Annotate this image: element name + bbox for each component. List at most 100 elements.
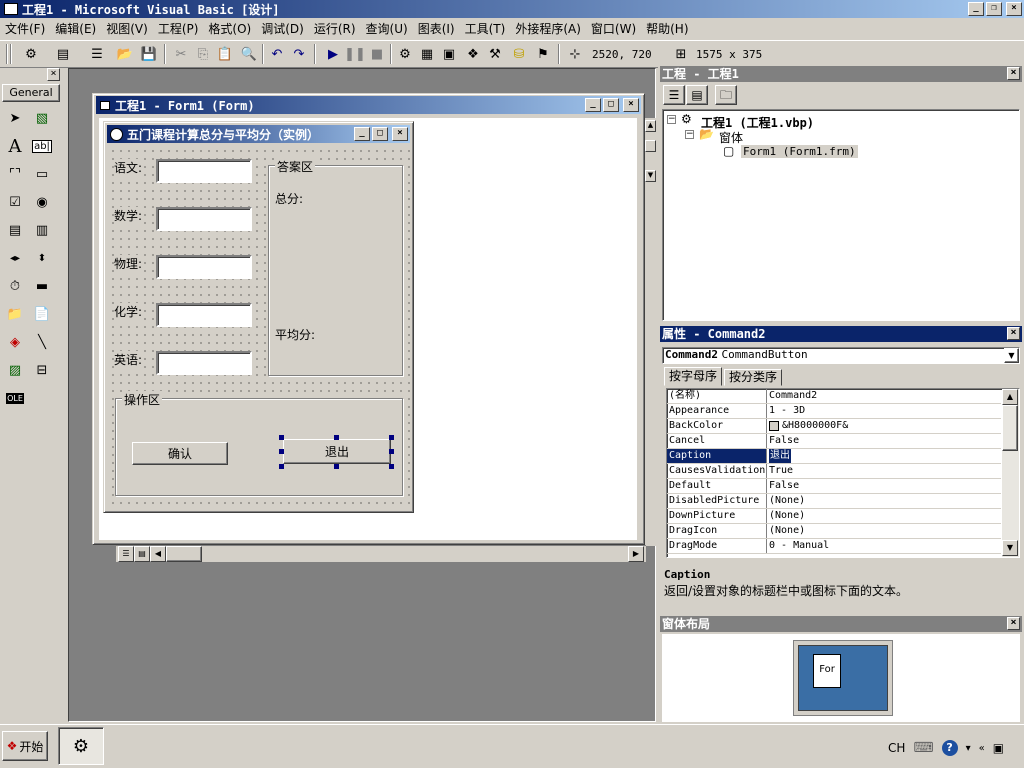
props-scroll-thumb[interactable] (1002, 405, 1018, 451)
exit-button[interactable]: 退出 (283, 439, 391, 464)
tab-alphabetic[interactable]: 按字母序 (664, 367, 723, 386)
object-combobox[interactable]: Command2 CommandButton ▼ (662, 347, 1020, 364)
property-row[interactable]: DownPicture (None) (667, 509, 1001, 524)
menu-item[interactable]: 工具(T) (460, 19, 511, 39)
undo-icon[interactable]: ↶ (266, 43, 288, 65)
menu-item[interactable]: 编辑(E) (50, 19, 101, 39)
input-chinese[interactable] (156, 159, 252, 183)
object-browser-icon[interactable]: ❖ (462, 43, 484, 65)
designer-hscrollbar[interactable]: ☰ ▤ ◀ ▶ (116, 545, 646, 562)
tray-expand-icon[interactable]: « (979, 743, 985, 754)
data-view-icon[interactable]: ⛁ (508, 43, 530, 65)
menu-item[interactable]: 图表(I) (413, 19, 460, 39)
property-row[interactable]: (名称) Command2 (667, 389, 1001, 404)
menu-item[interactable]: 文件(F) (0, 19, 50, 39)
project-root[interactable]: 工程1 (工程1.vbp) (701, 114, 814, 131)
tab-categorized[interactable]: 按分类序 (724, 369, 783, 386)
form-position-preview[interactable]: For (813, 654, 841, 688)
form-maximize-button[interactable]: □ (372, 127, 388, 141)
property-row[interactable]: DragMode 0 - Manual (667, 539, 1001, 554)
data-tool-icon[interactable]: ⊟ (30, 358, 54, 382)
selection-handle[interactable] (279, 435, 284, 440)
property-row[interactable]: DragIcon (None) (667, 524, 1001, 539)
selection-handle[interactable] (389, 435, 394, 440)
vb-form-titlebar[interactable]: 五门课程计算总分与平均分（实例） _ □ × (107, 125, 410, 143)
property-value[interactable]: Command2 (767, 389, 1001, 403)
menu-item[interactable]: 工程(P) (153, 19, 204, 39)
add-form-icon[interactable]: ▤ (52, 43, 74, 65)
ole-tool-icon[interactable]: OLE (3, 386, 27, 410)
properties-close-icon[interactable]: × (1007, 327, 1020, 340)
selection-handle[interactable] (389, 464, 394, 469)
form-close-button[interactable]: × (392, 127, 408, 141)
property-value[interactable]: (None) (767, 509, 1001, 523)
toggle-folders-icon[interactable]: 🗀 (715, 85, 737, 105)
menu-item[interactable]: 格式(O) (203, 19, 256, 39)
property-value[interactable]: 0 - Manual (767, 539, 1001, 553)
collapse-icon[interactable]: − (667, 115, 676, 124)
property-value[interactable]: (None) (767, 494, 1001, 508)
break-icon[interactable]: ❚❚ (344, 43, 366, 65)
toolbox-icon[interactable]: ⚒ (484, 43, 506, 65)
scroll-thumb[interactable] (645, 140, 656, 152)
property-row[interactable]: CausesValidation True (667, 464, 1001, 479)
input-math[interactable] (156, 207, 252, 231)
copy-icon[interactable]: ⎘ (192, 43, 214, 65)
scroll-down-icon[interactable]: ▼ (645, 170, 656, 182)
property-row[interactable]: Caption 退出 (667, 449, 1001, 464)
properties-window-icon[interactable]: ▦ (416, 43, 438, 65)
tray-menu-icon[interactable]: ▾ (966, 743, 971, 754)
property-row[interactable]: Appearance 1 - 3D (667, 404, 1001, 419)
selection-handle[interactable] (334, 435, 339, 440)
selection-handle[interactable] (279, 464, 284, 469)
label-tool-icon[interactable]: A (3, 134, 27, 158)
image-tool-icon[interactable]: ▨ (3, 358, 27, 382)
view-code-icon[interactable]: ☰ (118, 546, 134, 562)
toolbox-close-icon[interactable]: × (47, 68, 60, 81)
designer-vscrollbar[interactable]: ▲ ▼ (645, 118, 656, 546)
network-icon[interactable]: ▣ (993, 741, 1004, 755)
language-indicator[interactable]: CH (888, 741, 905, 755)
props-scroll-down-icon[interactable]: ▼ (1002, 540, 1018, 556)
project-explorer-icon[interactable]: ⚙ (394, 43, 416, 65)
start-button[interactable]: ❖ 开始 (2, 731, 48, 761)
menu-editor-icon[interactable]: ☰ (86, 43, 108, 65)
property-row[interactable]: Cancel False (667, 434, 1001, 449)
combobox-tool-icon[interactable]: ▤ (3, 218, 27, 242)
paste-icon[interactable]: 📋 (214, 43, 236, 65)
props-scroll-up-icon[interactable]: ▲ (1002, 389, 1018, 405)
hscroll-thumb[interactable] (166, 546, 202, 562)
view-object-icon[interactable]: ▤ (686, 85, 708, 105)
toolbox-tab-general[interactable]: General (2, 84, 60, 102)
close-button[interactable]: × (1006, 2, 1022, 16)
frame-tool-icon[interactable]: ⌜⌝ (3, 162, 27, 186)
form-minimize-button[interactable]: _ (354, 127, 370, 141)
vb-taskbar-button[interactable]: ⚙ (58, 727, 104, 765)
answer-frame[interactable]: 答案区 总分: 平均分: (268, 158, 403, 376)
checkbox-tool-icon[interactable]: ☑ (3, 190, 27, 214)
dropdown-arrow-icon[interactable]: ▼ (1004, 348, 1019, 363)
property-value[interactable]: (None) (767, 524, 1001, 538)
drivelistbox-tool-icon[interactable]: ▬ (30, 274, 54, 298)
timer-tool-icon[interactable]: ⏱ (3, 274, 27, 298)
menu-item[interactable]: 帮助(H) (641, 19, 693, 39)
form1-item[interactable]: Form1 (Form1.frm) (741, 145, 858, 158)
property-value[interactable]: 退出 (767, 449, 1001, 463)
property-row[interactable]: Default False (667, 479, 1001, 494)
save-icon[interactable]: 💾 (138, 43, 160, 65)
menu-item[interactable]: 查询(U) (361, 19, 413, 39)
property-value[interactable]: &H8000000F& (767, 419, 1001, 433)
input-physics[interactable] (156, 255, 252, 279)
pointer-icon[interactable]: ➤ (3, 106, 27, 130)
selection-handle[interactable] (334, 464, 339, 469)
end-icon[interactable]: ■ (366, 43, 388, 65)
hscroll-left-icon[interactable]: ◀ (150, 546, 166, 562)
form-layout-title[interactable]: 窗体布局 × (660, 616, 1022, 632)
start-icon[interactable]: ▶ (322, 43, 344, 65)
hscroll-right-icon[interactable]: ▶ (628, 546, 644, 562)
textbox-tool-icon[interactable]: ab| (30, 134, 54, 158)
keyboard-icon[interactable]: ⌨ (913, 740, 933, 756)
help-icon[interactable]: ? (941, 740, 958, 756)
property-value[interactable]: 1 - 3D (767, 404, 1001, 418)
property-value[interactable]: False (767, 434, 1001, 448)
